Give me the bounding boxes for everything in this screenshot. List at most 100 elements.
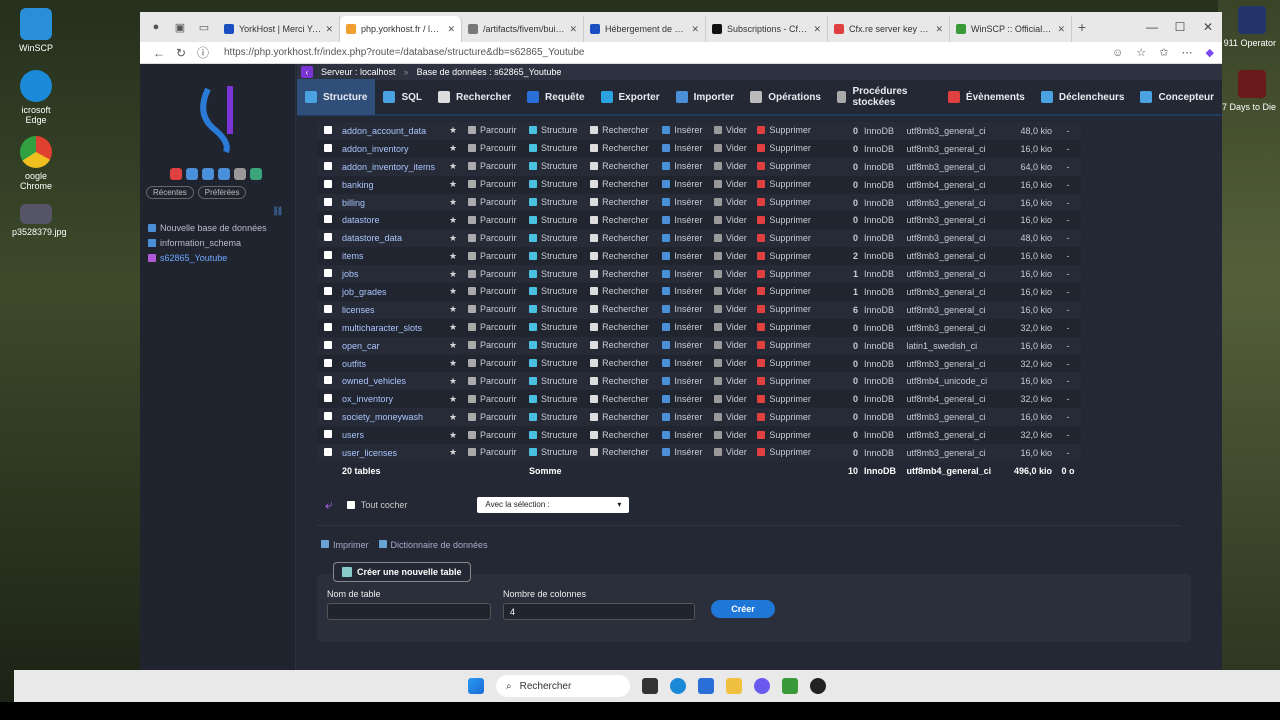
browse-link[interactable]: Parcourir — [468, 286, 517, 296]
app-911-icon[interactable] — [1238, 6, 1266, 34]
search-link[interactable]: Rechercher — [590, 215, 649, 225]
browser-tab[interactable]: Subscriptions - Cfx.re Pl ✕ — [706, 16, 828, 42]
search-link[interactable]: Rechercher — [590, 286, 649, 296]
insert-link[interactable]: Insérer — [662, 412, 702, 422]
browser-tab[interactable]: WinSCP :: Official Site : ✕ — [950, 16, 1072, 42]
settings-icon[interactable] — [234, 168, 246, 180]
table-name-link[interactable]: open_car — [342, 341, 380, 351]
drop-link[interactable]: Supprimer — [757, 215, 811, 225]
row-checkbox[interactable] — [324, 269, 332, 278]
insert-link[interactable]: Insérer — [662, 322, 702, 332]
structure-link[interactable]: Structure — [529, 251, 578, 261]
table-name-link[interactable]: jobs — [342, 269, 359, 279]
structure-link[interactable]: Structure — [529, 412, 578, 422]
empty-link[interactable]: Vider — [713, 269, 747, 279]
reader-icon[interactable]: ☺ — [1112, 47, 1123, 59]
insert-link[interactable]: Insérer — [662, 376, 702, 386]
browse-link[interactable]: Parcourir — [468, 322, 517, 332]
search-link[interactable]: Rechercher — [590, 358, 649, 368]
empty-link[interactable]: Vider — [713, 394, 747, 404]
table-name-link[interactable]: addon_inventory — [342, 144, 409, 154]
empty-link[interactable]: Vider — [713, 161, 747, 171]
empty-link[interactable]: Vider — [713, 322, 747, 332]
table-name-link[interactable]: outfits — [342, 359, 366, 369]
create-button[interactable]: Créer — [711, 600, 775, 618]
favorite-star-icon[interactable]: ★ — [449, 179, 457, 189]
insert-link[interactable]: Insérer — [662, 143, 702, 153]
browser-tab[interactable]: Hébergement de serveu✕ — [584, 16, 706, 42]
search-link[interactable]: Rechercher — [590, 269, 649, 279]
row-checkbox[interactable] — [324, 251, 332, 260]
home-icon[interactable] — [170, 168, 182, 180]
row-checkbox[interactable] — [324, 412, 332, 421]
row-checkbox[interactable] — [324, 197, 332, 206]
drop-link[interactable]: Supprimer — [757, 447, 811, 457]
browser-tab[interactable]: /artifacts/fivem/build_sr ✕ — [462, 16, 584, 42]
drop-link[interactable]: Supprimer — [757, 125, 811, 135]
search-link[interactable]: Rechercher — [590, 304, 649, 314]
app-taskbar-icon[interactable] — [810, 678, 826, 694]
row-checkbox[interactable] — [324, 358, 332, 367]
structure-link[interactable]: Structure — [529, 322, 578, 332]
search-link[interactable]: Rechercher — [590, 340, 649, 350]
tree-item-new-db[interactable]: Nouvelle base de données — [148, 220, 267, 235]
table-name-link[interactable]: users — [342, 430, 364, 440]
search-link[interactable]: Rechercher — [590, 376, 649, 386]
search-link[interactable]: Rechercher — [590, 161, 649, 171]
insert-link[interactable]: Insérer — [662, 269, 702, 279]
tab-rechercher[interactable]: Rechercher — [430, 79, 519, 115]
logout-icon[interactable] — [186, 168, 198, 180]
desktop-icon-edge[interactable]: icrosoft Edge — [12, 70, 60, 125]
favorite-star-icon[interactable]: ★ — [449, 161, 457, 171]
structure-link[interactable]: Structure — [529, 161, 578, 171]
drop-link[interactable]: Supprimer — [757, 251, 811, 261]
browse-link[interactable]: Parcourir — [468, 340, 517, 350]
empty-link[interactable]: Vider — [713, 179, 747, 189]
search-link[interactable]: Rechercher — [590, 430, 649, 440]
favorite-star-icon[interactable]: ★ — [449, 340, 457, 350]
table-name-link[interactable]: datastore — [342, 215, 380, 225]
empty-link[interactable]: Vider — [713, 430, 747, 440]
favorite-star-icon[interactable]: ★ — [449, 233, 457, 243]
browse-link[interactable]: Parcourir — [468, 161, 517, 171]
winscp-taskbar-icon[interactable] — [782, 678, 798, 694]
search-link[interactable]: Rechercher — [590, 179, 649, 189]
drop-link[interactable]: Supprimer — [757, 394, 811, 404]
structure-link[interactable]: Structure — [529, 197, 578, 207]
row-checkbox[interactable] — [324, 376, 332, 385]
tab-d-clencheurs[interactable]: Déclencheurs — [1033, 79, 1133, 115]
insert-link[interactable]: Insérer — [662, 197, 702, 207]
tree-item-information-schema[interactable]: information_schema — [148, 235, 267, 250]
favorite-star-icon[interactable]: ★ — [449, 304, 457, 314]
insert-link[interactable]: Insérer — [662, 447, 702, 457]
browse-link[interactable]: Parcourir — [468, 251, 517, 261]
structure-link[interactable]: Structure — [529, 233, 578, 243]
search-link[interactable]: Rechercher — [590, 143, 649, 153]
link-icon[interactable]: ⛓ — [272, 206, 283, 217]
tab--v-nements[interactable]: Évènements — [940, 79, 1033, 115]
row-checkbox[interactable] — [324, 447, 332, 456]
back-arrow-icon[interactable]: ‹ — [301, 66, 313, 78]
search-link[interactable]: Rechercher — [590, 197, 649, 207]
empty-link[interactable]: Vider — [713, 197, 747, 207]
site-info-icon[interactable]: ⓘ — [192, 44, 214, 61]
drop-link[interactable]: Supprimer — [757, 286, 811, 296]
favorite-star-icon[interactable]: ★ — [449, 286, 457, 296]
dictionary-link[interactable]: Dictionnaire de données — [378, 540, 488, 550]
browse-link[interactable]: Parcourir — [468, 215, 517, 225]
empty-link[interactable]: Vider — [713, 340, 747, 350]
browse-link[interactable]: Parcourir — [468, 358, 517, 368]
insert-link[interactable]: Insérer — [662, 215, 702, 225]
workspaces-icon[interactable]: ▣ — [170, 17, 190, 37]
browse-link[interactable]: Parcourir — [468, 233, 517, 243]
favorite-star-icon[interactable]: ★ — [449, 197, 457, 207]
breadcrumb-server[interactable]: Serveur : localhost — [321, 67, 396, 77]
structure-link[interactable]: Structure — [529, 430, 578, 440]
empty-link[interactable]: Vider — [713, 304, 747, 314]
search-link[interactable]: Rechercher — [590, 233, 649, 243]
table-name-link[interactable]: addon_account_data — [342, 126, 426, 136]
structure-link[interactable]: Structure — [529, 179, 578, 189]
app-7days-icon[interactable] — [1238, 70, 1266, 98]
desktop-icon-chrome[interactable]: oogle Chrome — [12, 136, 60, 191]
help-icon[interactable] — [202, 168, 214, 180]
